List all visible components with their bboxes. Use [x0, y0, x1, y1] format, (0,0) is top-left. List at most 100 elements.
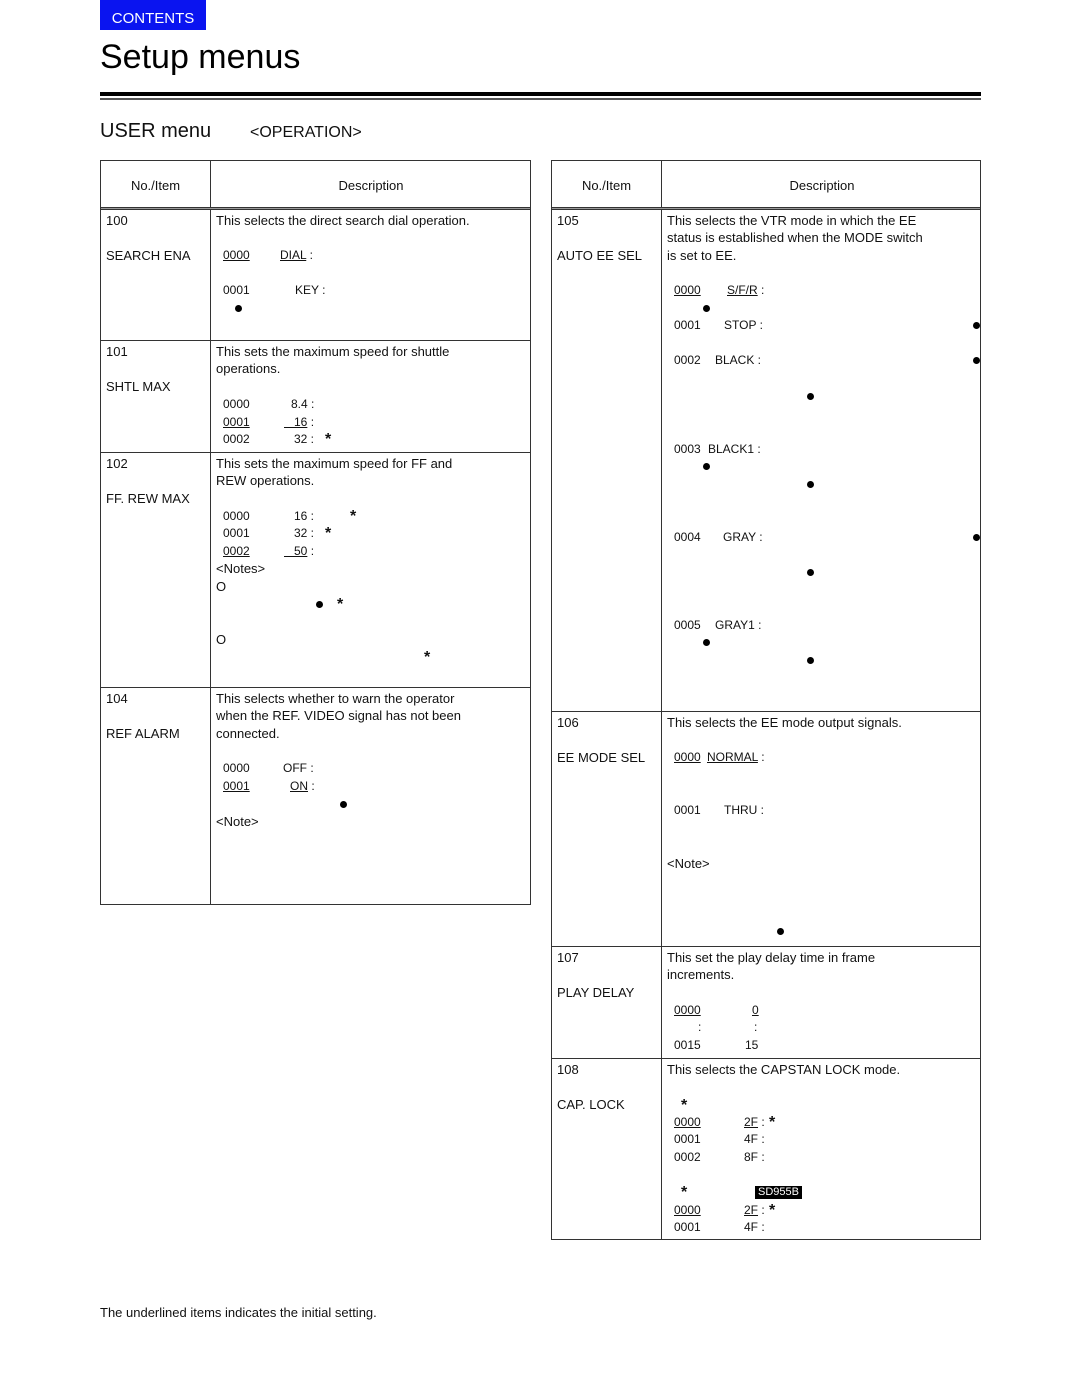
row-item: SEARCH ENA	[106, 248, 191, 263]
option-code: 0001	[223, 779, 250, 793]
option-label: GRAY1 :	[715, 618, 762, 632]
option-label: 8F :	[744, 1150, 765, 1164]
option-code: 0001	[674, 1220, 701, 1234]
option-label-text: 2F	[744, 1115, 759, 1129]
option-code: 0000	[674, 283, 701, 297]
bullet-icon	[703, 639, 710, 646]
row-number: 107	[557, 950, 579, 965]
option-code: 0001	[674, 1132, 701, 1146]
bullet-icon	[973, 357, 980, 364]
option-label: 2F :	[744, 1203, 765, 1217]
option-label-text: NORMAL	[707, 750, 758, 764]
option-label: 8.4 :	[291, 397, 315, 411]
row-description: This sets the maximum speed for FF and	[216, 456, 453, 471]
section-title: USER menu	[100, 120, 212, 142]
option-code: :	[698, 1020, 702, 1034]
option-code: 0002	[674, 1150, 701, 1164]
row-number: 105	[557, 213, 579, 228]
bullet-icon	[807, 481, 814, 488]
option-label: GRAY :	[723, 530, 763, 544]
row-item: EE MODE SEL	[557, 750, 646, 765]
bullet-icon	[807, 657, 814, 664]
bullet-icon	[703, 463, 710, 470]
bullet-icon	[973, 322, 980, 329]
notes-label: <Notes>	[216, 561, 266, 576]
row-description: increments.	[667, 967, 735, 982]
header-description: Description	[789, 178, 855, 193]
asterisk-icon: *	[681, 1097, 688, 1114]
option-label: 4F :	[744, 1132, 765, 1146]
bullet-icon	[807, 569, 814, 576]
table-row: 102 FF. REW MAX This sets the maximum sp…	[101, 452, 530, 688]
option-code: 0001	[223, 283, 250, 297]
option-code: 0000	[674, 1115, 701, 1129]
option-code: 0002	[223, 432, 250, 446]
header-description: Description	[338, 178, 404, 193]
row-description: This selects the VTR mode in which the E…	[667, 213, 917, 228]
row-description: This set the play delay time in frame	[667, 950, 876, 965]
option-label: 50 :	[284, 544, 315, 558]
option-code: 0001	[223, 415, 250, 429]
option-code: 0000	[674, 1003, 701, 1017]
option-label-text: 16	[284, 415, 308, 429]
row-number: 102	[106, 456, 128, 471]
table-header: No./Item Description	[101, 161, 530, 207]
row-description: This selects the direct search dial oper…	[216, 213, 470, 228]
row-item: CAP. LOCK	[557, 1097, 625, 1112]
bullet-icon	[703, 305, 710, 312]
table-header: No./Item Description	[552, 161, 980, 207]
header-no-item: No./Item	[130, 178, 181, 193]
table-row: 104 REF ALARM This selects whether to wa…	[101, 687, 530, 906]
option-label: ON :	[290, 779, 315, 793]
option-code: 0000	[223, 397, 250, 411]
option-label: OFF :	[283, 761, 314, 775]
option-label: NORMAL :	[707, 750, 765, 764]
row-description: when the REF. VIDEO signal has not been	[216, 708, 461, 723]
note-marker: O	[216, 632, 227, 647]
asterisk-icon: *	[325, 431, 332, 448]
option-label: BLACK1 :	[708, 442, 761, 456]
option-label-text: S/F/R	[727, 283, 758, 297]
left-settings-table: No./Item Description 100 SEARCH ENA This…	[100, 160, 531, 905]
header-no-item: No./Item	[581, 178, 632, 193]
option-code: 0002	[674, 353, 701, 367]
row-description: is set to EE.	[667, 248, 737, 263]
option-code: 0003	[674, 442, 701, 456]
option-code: 0001	[674, 318, 701, 332]
row-item: SHTL MAX	[106, 379, 171, 394]
option-code: 0000	[223, 248, 250, 262]
option-code: 0000	[674, 750, 701, 764]
table-row: 107 PLAY DELAY This set the play delay t…	[552, 946, 980, 1059]
bullet-icon	[235, 305, 242, 312]
option-code: 0001	[674, 803, 701, 817]
row-description: This selects the CAPSTAN LOCK mode.	[667, 1062, 901, 1077]
option-code: 0002	[223, 544, 250, 558]
option-label: 15	[745, 1038, 759, 1052]
table-row: 105 AUTO EE SEL This selects the VTR mod…	[552, 210, 980, 711]
asterisk-icon: *	[424, 649, 431, 666]
row-description: This selects the EE mode output signals.	[667, 715, 902, 730]
row-item: PLAY DELAY	[557, 985, 635, 1000]
asterisk-icon: *	[337, 596, 344, 613]
asterisk-icon: *	[325, 525, 332, 542]
contents-button[interactable]: CONTENTS	[100, 0, 206, 30]
table-row: 108 CAP. LOCK This selects the CAPSTAN L…	[552, 1058, 980, 1241]
title-rule-thin	[100, 98, 981, 100]
option-label-text: ON	[290, 779, 308, 793]
note-label: <Note>	[216, 814, 259, 829]
row-item: AUTO EE SEL	[557, 248, 643, 263]
option-label-text: 50	[284, 544, 308, 558]
option-label: THRU :	[724, 803, 764, 817]
option-label-text: DIAL	[280, 248, 307, 262]
footnote: The underlined items indicates the initi…	[100, 1305, 377, 1320]
right-settings-table: No./Item Description 105 AUTO EE SEL Thi…	[551, 160, 981, 1240]
row-item: FF. REW MAX	[106, 491, 190, 506]
page-title: Setup menus	[100, 38, 301, 76]
option-code: 0001	[223, 526, 250, 540]
option-label: 32 :	[294, 526, 315, 540]
option-label-text: 2F	[744, 1203, 759, 1217]
option-label: STOP :	[724, 318, 763, 332]
row-number: 106	[557, 715, 579, 730]
asterisk-icon: *	[769, 1114, 776, 1131]
option-label: 0	[752, 1003, 759, 1017]
